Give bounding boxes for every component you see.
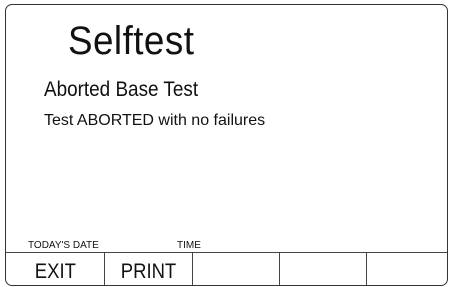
softkey-3[interactable] xyxy=(193,253,280,285)
todays-date-label: TODAY'S DATE xyxy=(28,240,99,251)
softkey-bar: EXIT PRINT xyxy=(6,252,447,285)
test-name: Aborted Base Test xyxy=(44,78,199,101)
page-title: Selftest xyxy=(68,19,195,63)
softkey-4[interactable] xyxy=(280,253,367,285)
print-softkey-label: PRINT xyxy=(120,260,177,283)
softkey-5[interactable] xyxy=(367,253,447,285)
exit-softkey-label: EXIT xyxy=(34,260,76,283)
time-label: TIME xyxy=(177,240,201,251)
print-softkey[interactable]: PRINT xyxy=(105,253,193,285)
status-message: Test ABORTED with no failures xyxy=(44,112,266,129)
selftest-screen: Selftest Aborted Base Test Test ABORTED … xyxy=(5,4,448,286)
exit-softkey[interactable]: EXIT xyxy=(6,253,105,285)
